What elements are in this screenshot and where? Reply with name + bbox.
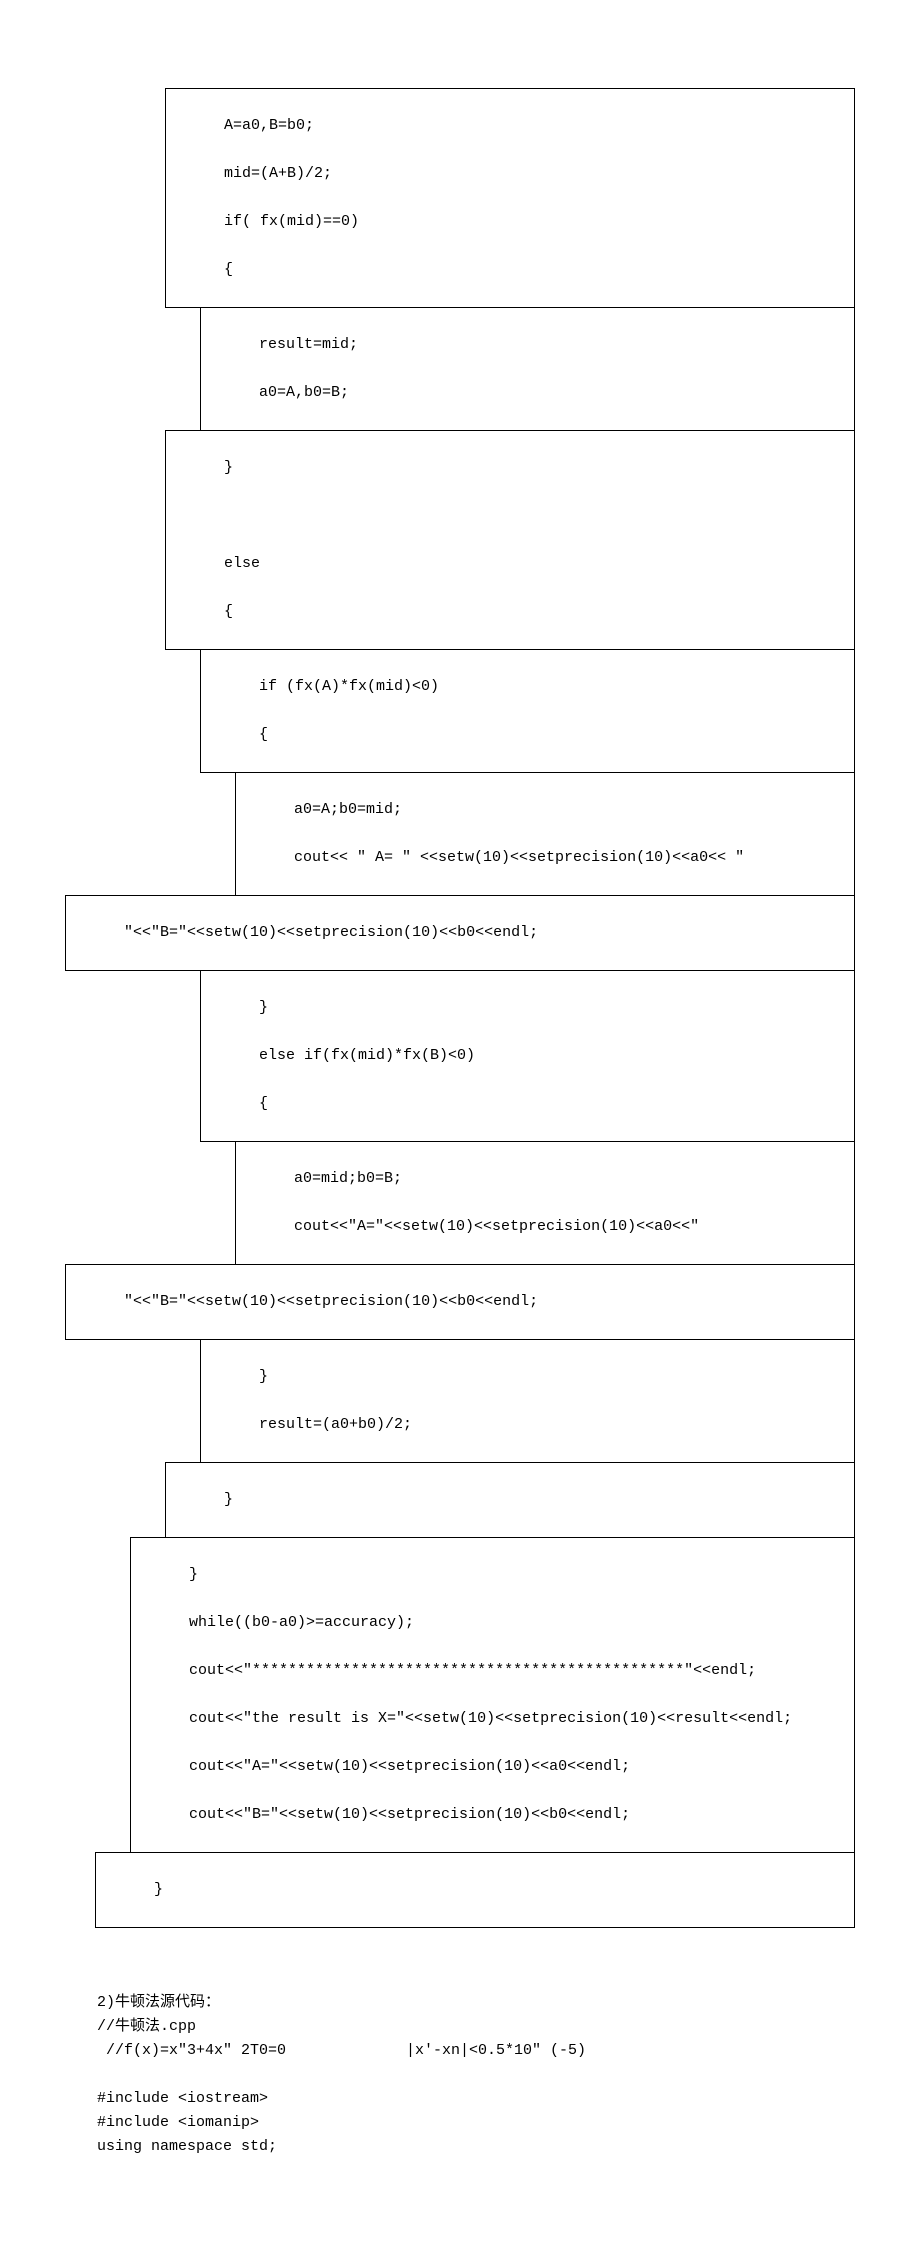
code-text: } <box>259 1368 268 1385</box>
code-line: A=a0,B=b0; mid=(A+B)/2; if( fx(mid)==0) … <box>165 88 855 308</box>
code-text: } <box>259 999 268 1016</box>
code-text: if( fx(mid)==0) <box>224 213 359 230</box>
code-line: result=mid; a0=A,b0=B; <box>200 307 855 431</box>
code-line: a0=A;b0=mid; cout<< " A= " <<setw(10)<<s… <box>235 772 855 896</box>
code-text: #include <iostream> <box>97 2090 268 2107</box>
code-text: else if(fx(mid)*fx(B)<0) <box>259 1047 475 1064</box>
code-text: cout<<"the result is X="<<setw(10)<<setp… <box>189 1710 792 1727</box>
code-text: |x'-xn|<0.5*10" (-5) <box>286 2039 586 2063</box>
code-line: } <box>95 1852 855 1928</box>
code-text: result=(a0+b0)/2; <box>259 1416 412 1433</box>
code-text: { <box>259 1095 268 1112</box>
code-line: a0=mid;b0=B; cout<<"A="<<setw(10)<<setpr… <box>235 1141 855 1265</box>
code-line: } <box>165 1462 855 1538</box>
code-line: } else { <box>165 430 855 650</box>
code-text: cout<<"A="<<setw(10)<<setprecision(10)<<… <box>189 1758 630 1775</box>
code-text: a0=mid;b0=B; <box>294 1170 402 1187</box>
code-text: A=a0,B=b0; <box>224 117 314 134</box>
code-line: if (fx(A)*fx(mid)<0) { <box>200 649 855 773</box>
newton-section: 2)牛顿法源代码： //牛顿法.cpp //f(x)=x"3+4x" 2T0=0… <box>65 1967 855 2183</box>
code-text: cout<<"*********************************… <box>189 1662 756 1679</box>
code-line: "<<"B="<<setw(10)<<setprecision(10)<<b0<… <box>65 895 855 971</box>
code-text: result=mid; <box>259 336 358 353</box>
code-text: if (fx(A)*fx(mid)<0) <box>259 678 439 695</box>
code-text: "<<"B="<<setw(10)<<setprecision(10)<<b0<… <box>124 924 538 941</box>
code-text: } <box>224 459 233 476</box>
code-text: cout<< " A= " <<setw(10)<<setprecision(1… <box>294 849 744 866</box>
code-line: } result=(a0+b0)/2; <box>200 1339 855 1463</box>
code-text: { <box>224 603 233 620</box>
code-text: //f(x)=x"3+4x" 2T0=0 <box>97 2039 286 2063</box>
document-page: A=a0,B=b0; mid=(A+B)/2; if( fx(mid)==0) … <box>0 0 920 2243</box>
code-line: } while((b0-a0)>=accuracy); cout<<"*****… <box>130 1537 855 1853</box>
code-line: "<<"B="<<setw(10)<<setprecision(10)<<b0<… <box>65 1264 855 1340</box>
code-line: } else if(fx(mid)*fx(B)<0) { <box>200 970 855 1142</box>
code-text: while((b0-a0)>=accuracy); <box>189 1614 414 1631</box>
section-heading: 2)牛顿法源代码： <box>97 1994 220 2011</box>
code-text: using namespace std; <box>97 2138 277 2155</box>
code-text: } <box>224 1491 233 1508</box>
code-text: a0=A;b0=mid; <box>294 801 402 818</box>
code-text: a0=A,b0=B; <box>259 384 349 401</box>
code-text: { <box>224 261 233 278</box>
code-text: //牛顿法.cpp <box>97 2018 196 2035</box>
code-text: else <box>224 555 260 572</box>
code-text: } <box>154 1881 163 1898</box>
code-text: #include <iomanip> <box>97 2114 259 2131</box>
code-text: { <box>259 726 268 743</box>
code-text: cout<<"B="<<setw(10)<<setprecision(10)<<… <box>189 1806 630 1823</box>
code-text: } <box>189 1566 198 1583</box>
code-text: mid=(A+B)/2; <box>224 165 332 182</box>
code-text: cout<<"A="<<setw(10)<<setprecision(10)<<… <box>294 1218 699 1235</box>
